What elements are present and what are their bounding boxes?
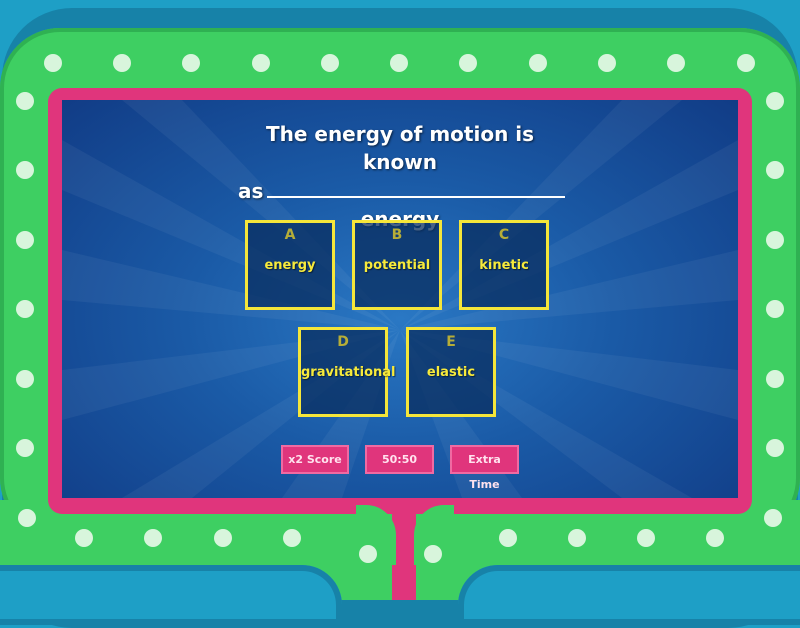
answer-option-c[interactable]: C kinetic [459, 220, 549, 310]
light-bulb [737, 54, 755, 72]
light-bulb [16, 92, 34, 110]
light-bulb [499, 529, 517, 547]
light-bulb [252, 54, 270, 72]
light-bulb [667, 54, 685, 72]
question-text: The energy of motion is known as energy [226, 120, 574, 233]
light-bulb [424, 545, 442, 563]
answer-text: potential [363, 258, 431, 273]
answer-letter: B [391, 227, 403, 243]
answer-blank [267, 176, 566, 198]
light-bulb [766, 161, 784, 179]
light-bulb [529, 54, 547, 72]
fifty-fifty-button[interactable]: 50:50 [365, 445, 434, 474]
light-bulb [16, 161, 34, 179]
light-bulb [16, 231, 34, 249]
light-bulb [568, 529, 586, 547]
light-bulb [75, 529, 93, 547]
light-bulb [359, 545, 377, 563]
light-bulb [16, 370, 34, 388]
answer-text: energy [264, 258, 316, 273]
light-bulb [766, 370, 784, 388]
light-bulb [390, 54, 408, 72]
light-bulb [321, 54, 339, 72]
light-bulb [16, 439, 34, 457]
bottom-right-cutout [458, 565, 800, 625]
question-prefix: as [238, 179, 264, 203]
answer-letter: E [446, 334, 456, 350]
light-bulb [113, 54, 131, 72]
answer-letter: D [337, 334, 349, 350]
answer-option-e[interactable]: E elastic [406, 327, 496, 417]
light-bulb [44, 54, 62, 72]
extra-time-button[interactable]: Extra Time [450, 445, 519, 491]
double-score-button[interactable]: x2 Score [281, 445, 349, 474]
light-bulb [144, 529, 162, 547]
light-bulb [764, 509, 782, 527]
answer-option-a[interactable]: A energy [245, 220, 335, 310]
light-bulb [637, 529, 655, 547]
answer-text: gravitational [301, 365, 396, 380]
answer-text: elastic [426, 365, 476, 380]
answer-letter: A [284, 227, 296, 243]
answer-option-d[interactable]: D gravitational [298, 327, 396, 417]
answer-option-b[interactable]: B potential [352, 220, 442, 310]
light-bulb [283, 529, 301, 547]
question-line-2: as [226, 176, 574, 205]
light-bulb [16, 300, 34, 318]
light-bulb [214, 529, 232, 547]
light-bulb [766, 439, 784, 457]
light-bulb [18, 509, 36, 527]
light-bulb [706, 529, 724, 547]
answer-text: kinetic [479, 258, 529, 273]
light-bulb [766, 300, 784, 318]
light-bulb [598, 54, 616, 72]
light-bulb [766, 231, 784, 249]
question-line-1: The energy of motion is known [265, 122, 535, 174]
light-bulb [459, 54, 477, 72]
answer-letter: C [498, 227, 510, 243]
light-bulb [766, 92, 784, 110]
bottom-left-cutout [0, 565, 342, 625]
light-bulb [182, 54, 200, 72]
